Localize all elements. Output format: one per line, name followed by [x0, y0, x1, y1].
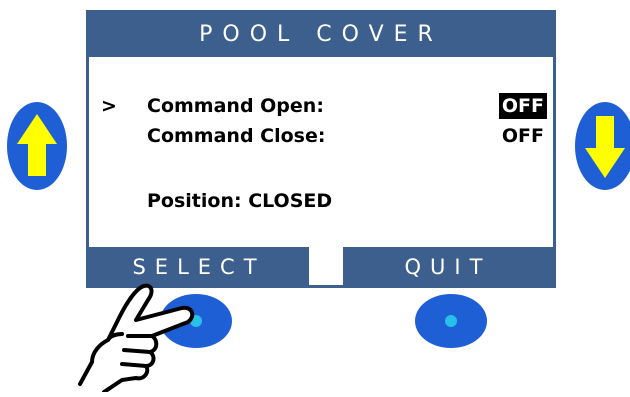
position-status-row: Position: CLOSED: [89, 188, 553, 218]
pointing-hand-icon: [78, 283, 195, 394]
softkey-divider: [309, 247, 343, 267]
command-close-label: Command Close:: [147, 125, 326, 147]
position-status: Position: CLOSED: [147, 190, 333, 212]
command-close-value: OFF: [501, 125, 544, 147]
screen-title: POOL COVER: [89, 13, 553, 57]
command-open-value: OFF: [498, 93, 547, 119]
down-arrow-icon: [575, 102, 630, 190]
down-arrow-button[interactable]: [573, 100, 630, 197]
menu-row-command-close[interactable]: Command Close: OFF: [89, 123, 553, 153]
lcd-display: POOL COVER > Command Open: OFF Command C…: [86, 10, 556, 288]
quit-button[interactable]: [413, 292, 489, 355]
quit-softkey-label: QUIT: [343, 247, 553, 288]
command-open-label: Command Open:: [147, 95, 324, 117]
selection-cursor: >: [101, 95, 117, 117]
up-arrow-button[interactable]: [5, 100, 69, 197]
up-arrow-icon: [7, 102, 67, 190]
menu-row-command-open[interactable]: > Command Open: OFF: [89, 93, 553, 123]
pointing-hand: [70, 280, 200, 397]
button-dot-icon: [415, 294, 487, 348]
